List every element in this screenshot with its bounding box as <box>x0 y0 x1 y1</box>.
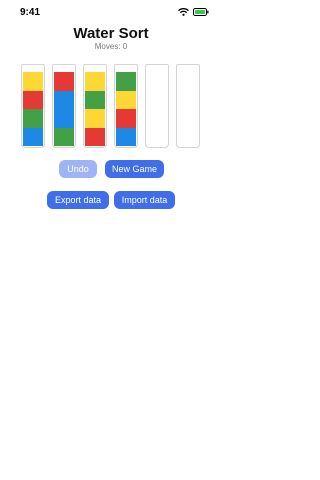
tube-3[interactable] <box>83 64 107 148</box>
status-bar: 9:41 <box>0 0 222 24</box>
liquid-segment-blue <box>54 109 74 128</box>
status-time: 9:41 <box>20 7 41 18</box>
tube-6[interactable] <box>176 64 200 148</box>
import-data-button[interactable]: Import data <box>114 191 175 209</box>
liquid-segment-yellow <box>85 72 105 91</box>
liquid-segment-red <box>23 90 43 109</box>
liquid-segment-blue <box>54 90 74 109</box>
liquid-segment-red <box>85 127 105 146</box>
tube-2[interactable] <box>52 64 76 148</box>
liquid-segment-red <box>54 72 74 91</box>
liquid-segment-blue <box>116 127 136 146</box>
liquid-segment-green <box>23 109 43 128</box>
export-data-button[interactable]: Export data <box>47 191 109 209</box>
liquid-segment-green <box>116 72 136 91</box>
wifi-icon <box>178 8 189 16</box>
liquid-segment-green <box>54 127 74 146</box>
liquid-segment-green <box>85 90 105 109</box>
liquid-segment-yellow <box>23 72 43 91</box>
tube-1[interactable] <box>21 64 45 148</box>
tube-rack <box>21 64 200 148</box>
liquid-segment-yellow <box>116 90 136 109</box>
status-icons <box>178 8 209 16</box>
liquid-segment-yellow <box>85 109 105 128</box>
page-title: Water Sort <box>73 25 149 42</box>
undo-button[interactable]: Undo <box>59 160 97 178</box>
moves-counter: Moves: 0 <box>94 42 128 51</box>
battery-icon <box>193 8 209 16</box>
tube-5[interactable] <box>145 64 169 148</box>
new-game-button[interactable]: New Game <box>105 160 164 178</box>
tube-4[interactable] <box>114 64 138 148</box>
liquid-segment-red <box>116 109 136 128</box>
liquid-segment-blue <box>23 127 43 146</box>
